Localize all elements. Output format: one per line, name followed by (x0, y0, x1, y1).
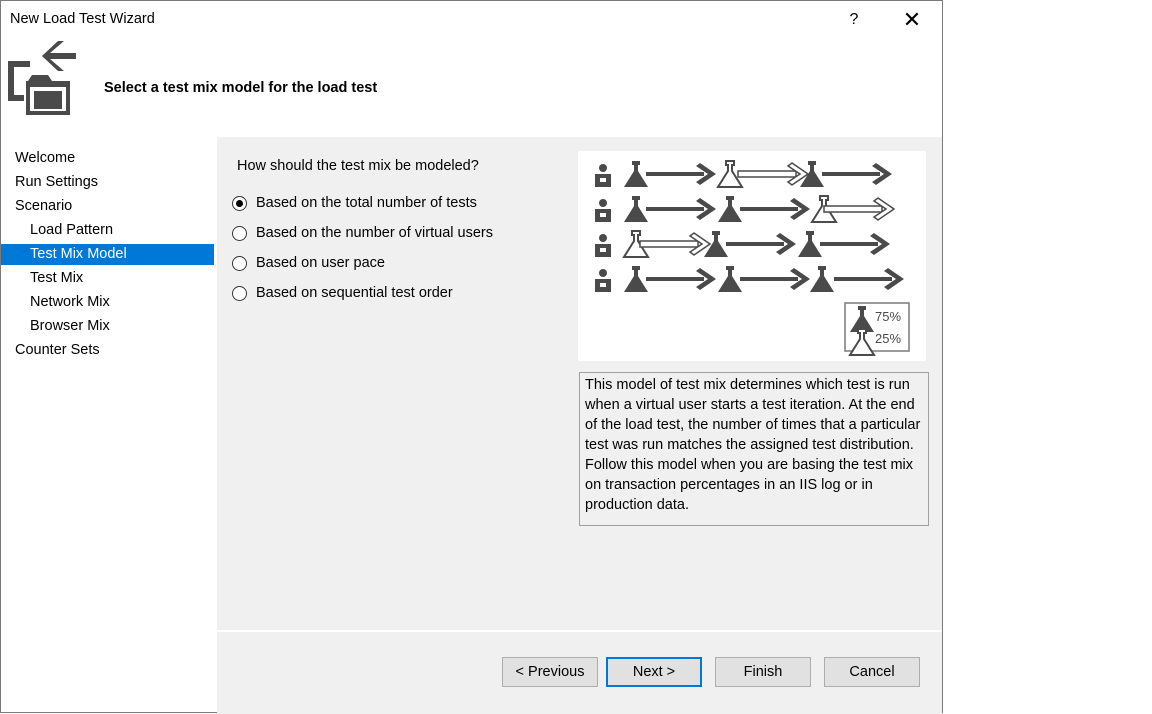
nav-item-label: Browser Mix (30, 318, 110, 334)
nav-item-label: Network Mix (30, 294, 110, 310)
wizard-folder-arrow-icon (8, 41, 76, 115)
nav-item-label: Welcome (15, 150, 76, 166)
legend-dark-pct: 75% (875, 309, 901, 324)
nav-item-test-mix[interactable]: Test Mix (1, 268, 214, 289)
nav-item-label: Test Mix (30, 270, 84, 286)
nav-item-welcome[interactable]: Welcome (1, 148, 214, 169)
nav-item-network-mix[interactable]: Network Mix (1, 292, 214, 313)
option-user-pace[interactable]: Based on user pace (232, 252, 385, 274)
wizard-window: New Load Test Wizard ? ✕ Select a test m… (0, 0, 943, 714)
wizard-nav: Welcome Run Settings Scenario Load Patte… (1, 137, 217, 712)
nav-item-test-mix-model[interactable]: Test Mix Model (1, 244, 214, 265)
test-mix-diagram: 75% 25% (578, 151, 926, 361)
nav-item-label: Run Settings (15, 174, 99, 190)
nav-item-label: Counter Sets (15, 342, 100, 358)
title-bar: New Load Test Wizard ? ✕ (1, 1, 942, 39)
nav-item-run-settings[interactable]: Run Settings (1, 172, 214, 193)
radio-button[interactable] (232, 195, 247, 211)
nav-item-counter-sets[interactable]: Counter Sets (1, 340, 214, 361)
option-label: Based on the number of virtual users (256, 225, 493, 241)
nav-item-load-pattern[interactable]: Load Pattern (1, 220, 214, 241)
question-label: How should the test mix be modeled? (237, 158, 479, 174)
help-button[interactable]: ? (831, 5, 877, 35)
radio-button[interactable] (232, 285, 247, 301)
option-label: Based on the total number of tests (256, 195, 477, 211)
nav-item-label: Test Mix Model (30, 246, 127, 262)
nav-item-browser-mix[interactable]: Browser Mix (1, 316, 214, 337)
next-button[interactable]: Next > (606, 657, 702, 687)
legend-light-pct: 25% (875, 331, 901, 346)
button-bar: < Previous Next > Finish Cancel (217, 630, 942, 714)
nav-item-label: Load Pattern (30, 222, 114, 238)
option-label: Based on user pace (256, 255, 385, 271)
nav-item-scenario[interactable]: Scenario (1, 196, 214, 217)
radio-button[interactable] (232, 225, 247, 241)
content-panel: How should the test mix be modeled? Base… (217, 137, 942, 630)
option-total-number-of-tests[interactable]: Based on the total number of tests (232, 192, 477, 214)
option-number-of-virtual-users[interactable]: Based on the number of virtual users (232, 222, 493, 244)
nav-item-label: Scenario (15, 198, 73, 214)
option-sequential-test-order[interactable]: Based on sequential test order (232, 282, 453, 304)
close-button[interactable]: ✕ (889, 5, 935, 35)
cancel-button[interactable]: Cancel (824, 657, 920, 687)
radio-button[interactable] (232, 255, 247, 271)
window-title: New Load Test Wizard (10, 11, 155, 27)
model-description: This model of test mix determines which … (579, 372, 929, 526)
previous-button[interactable]: < Previous (502, 657, 598, 687)
finish-button[interactable]: Finish (715, 657, 811, 687)
page-heading: Select a test mix model for the load tes… (104, 80, 378, 96)
option-label: Based on sequential test order (256, 285, 453, 301)
